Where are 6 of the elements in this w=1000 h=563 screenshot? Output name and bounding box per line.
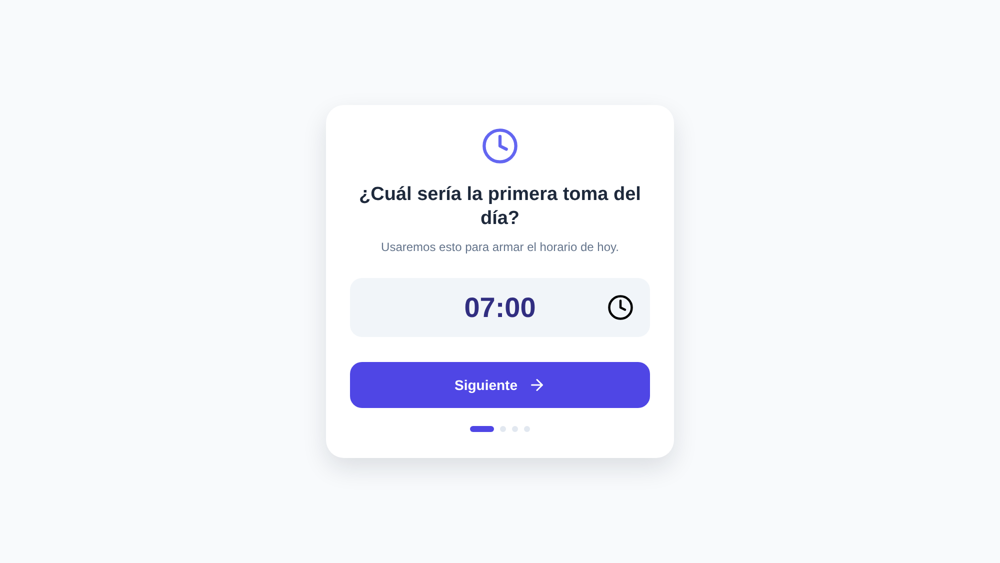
time-field[interactable]: 07:00 — [350, 278, 650, 337]
clock-icon — [481, 127, 519, 165]
card-subtitle: Usaremos esto para armar el horario de hoy. — [381, 240, 619, 254]
next-button[interactable]: Siguiente — [350, 362, 650, 408]
clock-icon — [607, 294, 634, 321]
card-title: ¿Cuál sería la primera toma del día? — [358, 183, 642, 231]
